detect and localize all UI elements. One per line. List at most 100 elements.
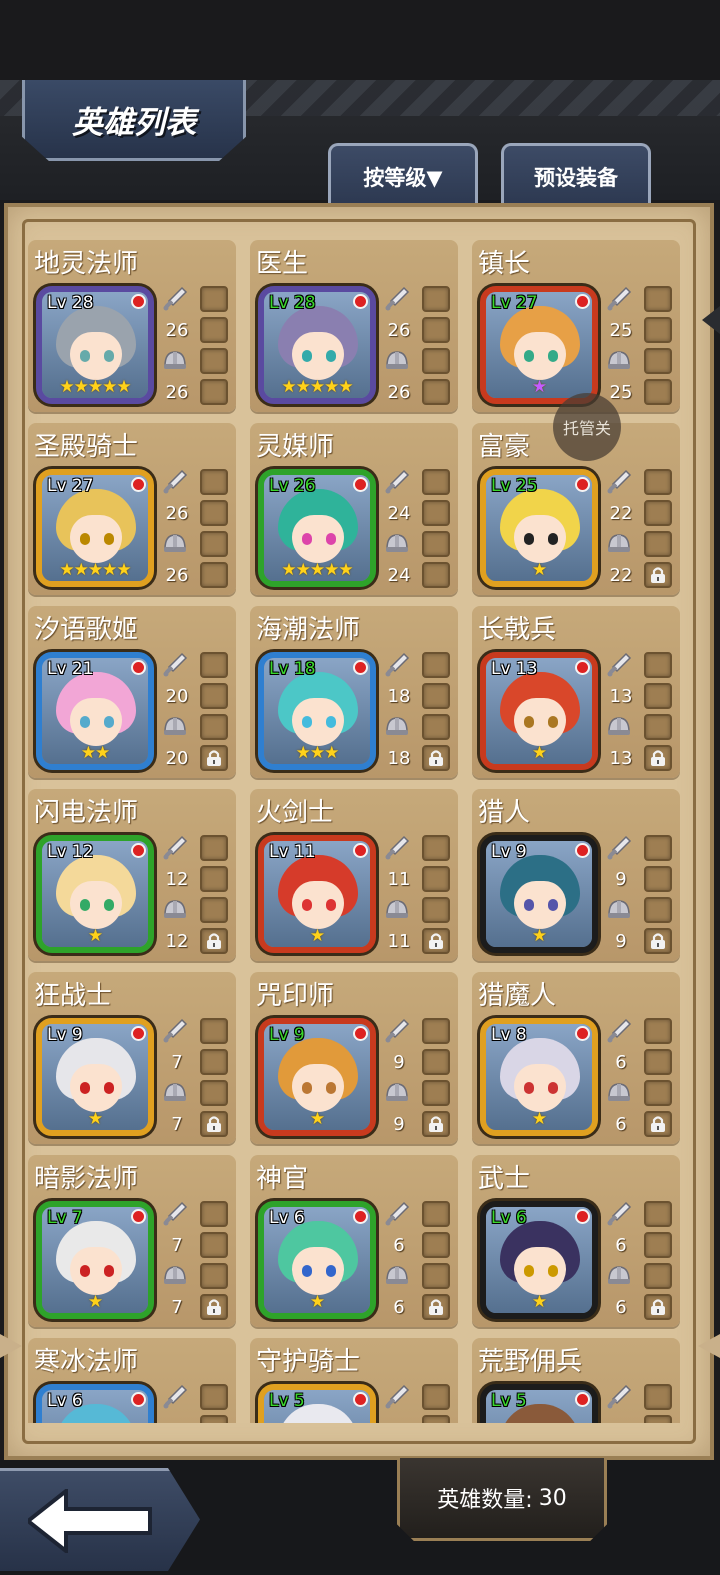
equipment-slot[interactable] (644, 500, 672, 526)
equipment-slot[interactable] (644, 1232, 672, 1258)
hero-card[interactable]: 守护骑士 Lv 5 (250, 1338, 458, 1423)
equipment-slot[interactable] (422, 1111, 450, 1137)
preset-equipment-button[interactable]: 预设装备 (501, 143, 651, 207)
equipment-slot[interactable] (644, 531, 672, 557)
hero-portrait[interactable]: Lv 5 (258, 1384, 376, 1423)
hero-portrait[interactable]: Lv 7 ★ (36, 1201, 154, 1319)
equipment-slot[interactable] (422, 379, 450, 405)
hero-card[interactable]: 镇长 Lv 27 ★ 25 25 (472, 240, 680, 412)
equipment-slot[interactable] (644, 317, 672, 343)
equipment-slot[interactable] (200, 745, 228, 771)
sort-by-level-button[interactable]: 按等级▼ (328, 143, 478, 207)
equipment-slot[interactable] (200, 1415, 228, 1423)
hero-card[interactable]: 海潮法师 Lv 18 ★★★ 18 18 (250, 606, 458, 778)
equipment-slot[interactable] (200, 1201, 228, 1227)
equipment-slot[interactable] (422, 866, 450, 892)
auto-toggle-button[interactable]: 托管关 (553, 393, 621, 461)
equipment-slot[interactable] (644, 1049, 672, 1075)
equipment-slot[interactable] (644, 652, 672, 678)
equipment-slot[interactable] (200, 1294, 228, 1320)
equipment-slot[interactable] (200, 379, 228, 405)
hero-portrait[interactable]: Lv 9 ★ (36, 1018, 154, 1136)
equipment-slot[interactable] (644, 469, 672, 495)
hero-card[interactable]: 猎魔人 Lv 8 ★ 6 6 (472, 972, 680, 1144)
equipment-slot[interactable] (422, 1415, 450, 1423)
hero-portrait[interactable]: Lv 27 ★ (480, 286, 598, 404)
equipment-slot[interactable] (422, 1384, 450, 1410)
hero-portrait[interactable]: Lv 12 ★ (36, 835, 154, 953)
equipment-slot[interactable] (644, 835, 672, 861)
hero-portrait[interactable]: Lv 8 ★ (480, 1018, 598, 1136)
hero-card[interactable]: 武士 Lv 6 ★ 6 6 (472, 1155, 680, 1327)
equipment-slot[interactable] (644, 897, 672, 923)
hero-card[interactable]: 长戟兵 Lv 13 ★ 13 13 (472, 606, 680, 778)
hero-card[interactable]: 暗影法师 Lv 7 ★ 7 7 (28, 1155, 236, 1327)
equipment-slot[interactable] (422, 835, 450, 861)
hero-portrait[interactable]: Lv 25 ★ (480, 469, 598, 587)
equipment-slot[interactable] (422, 1294, 450, 1320)
equipment-slot[interactable] (200, 1232, 228, 1258)
equipment-slot[interactable] (644, 866, 672, 892)
equipment-slot[interactable] (644, 1294, 672, 1320)
hero-card[interactable]: 医生 Lv 28 ★★★★★ 26 26 (250, 240, 458, 412)
equipment-slot[interactable] (200, 286, 228, 312)
hero-card[interactable]: 咒印师 Lv 9 ★ 9 9 (250, 972, 458, 1144)
equipment-slot[interactable] (200, 897, 228, 923)
equipment-slot[interactable] (422, 1018, 450, 1044)
hero-card[interactable]: 地灵法师 Lv 28 ★★★★★ 26 26 (28, 240, 236, 412)
equipment-slot[interactable] (422, 652, 450, 678)
equipment-slot[interactable] (422, 286, 450, 312)
hero-card[interactable]: 火剑士 Lv 11 ★ 11 11 (250, 789, 458, 961)
equipment-slot[interactable] (422, 317, 450, 343)
hero-portrait[interactable]: Lv 28 ★★★★★ (36, 286, 154, 404)
equipment-slot[interactable] (644, 745, 672, 771)
hero-card[interactable]: 荒野佣兵 Lv 5 (472, 1338, 680, 1423)
hero-portrait[interactable]: Lv 26 ★★★★★ (258, 469, 376, 587)
equipment-slot[interactable] (644, 379, 672, 405)
equipment-slot[interactable] (422, 1232, 450, 1258)
equipment-slot[interactable] (422, 562, 450, 588)
hero-portrait[interactable]: Lv 6 ★ (258, 1201, 376, 1319)
hero-card[interactable]: 狂战士 Lv 9 ★ 7 7 (28, 972, 236, 1144)
equipment-slot[interactable] (644, 1201, 672, 1227)
hero-portrait[interactable]: Lv 9 ★ (258, 1018, 376, 1136)
equipment-slot[interactable] (200, 562, 228, 588)
equipment-slot[interactable] (200, 1263, 228, 1289)
equipment-slot[interactable] (422, 348, 450, 374)
equipment-slot[interactable] (200, 652, 228, 678)
equipment-slot[interactable] (422, 1201, 450, 1227)
equipment-slot[interactable] (422, 745, 450, 771)
equipment-slot[interactable] (200, 1049, 228, 1075)
equipment-slot[interactable] (644, 1263, 672, 1289)
equipment-slot[interactable] (422, 1049, 450, 1075)
hero-card[interactable]: 猎人 Lv 9 ★ 9 9 (472, 789, 680, 961)
equipment-slot[interactable] (200, 317, 228, 343)
equipment-slot[interactable] (200, 500, 228, 526)
hero-portrait[interactable]: Lv 9 ★ (480, 835, 598, 953)
hero-portrait[interactable]: Lv 13 ★ (480, 652, 598, 770)
equipment-slot[interactable] (422, 714, 450, 740)
equipment-slot[interactable] (200, 348, 228, 374)
hero-portrait[interactable]: Lv 21 ★★ (36, 652, 154, 770)
equipment-slot[interactable] (644, 928, 672, 954)
equipment-slot[interactable] (200, 1111, 228, 1137)
equipment-slot[interactable] (644, 286, 672, 312)
back-button[interactable] (0, 1468, 200, 1571)
equipment-slot[interactable] (200, 714, 228, 740)
hero-card[interactable]: 神官 Lv 6 ★ 6 6 (250, 1155, 458, 1327)
hero-portrait[interactable]: Lv 27 ★★★★★ (36, 469, 154, 587)
equipment-slot[interactable] (200, 683, 228, 709)
hero-portrait[interactable]: Lv 6 (36, 1384, 154, 1423)
equipment-slot[interactable] (200, 835, 228, 861)
equipment-slot[interactable] (422, 1080, 450, 1106)
equipment-slot[interactable] (200, 1018, 228, 1044)
equipment-slot[interactable] (644, 1018, 672, 1044)
hero-card[interactable]: 闪电法师 Lv 12 ★ 12 12 (28, 789, 236, 961)
hero-portrait[interactable]: Lv 28 ★★★★★ (258, 286, 376, 404)
equipment-slot[interactable] (422, 928, 450, 954)
equipment-slot[interactable] (200, 1384, 228, 1410)
equipment-slot[interactable] (644, 683, 672, 709)
equipment-slot[interactable] (200, 469, 228, 495)
equipment-slot[interactable] (422, 683, 450, 709)
hero-portrait[interactable]: Lv 18 ★★★ (258, 652, 376, 770)
